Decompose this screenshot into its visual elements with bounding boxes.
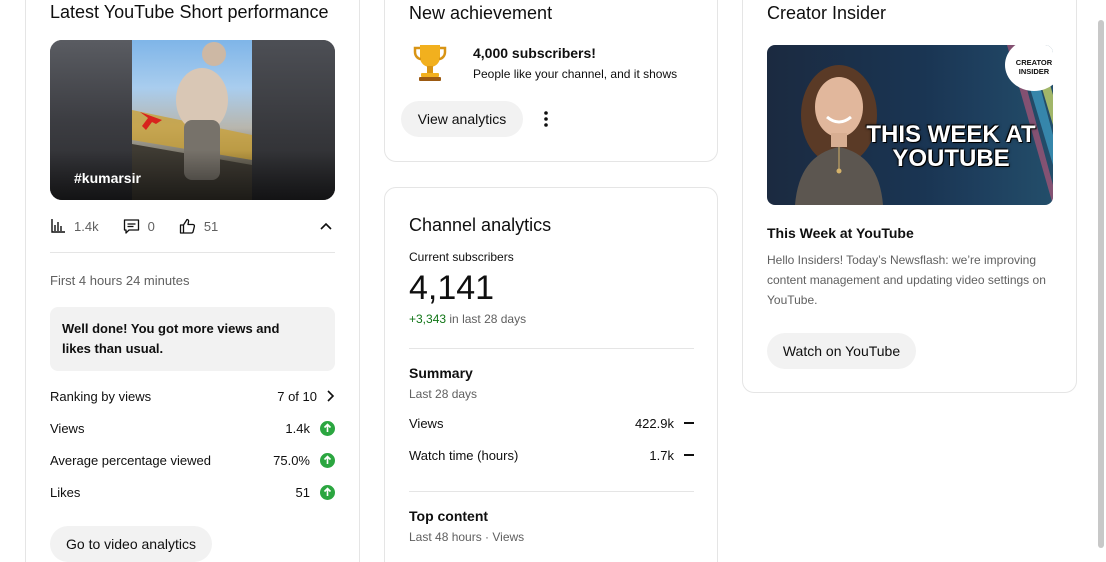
comment-icon xyxy=(123,218,140,234)
metric-value: 1.4k xyxy=(285,420,310,436)
view-analytics-button[interactable]: View analytics xyxy=(401,101,523,137)
summary-label: Watch time (hours) xyxy=(409,447,519,463)
top-content-period: Last 48 hours · Views xyxy=(409,530,525,544)
views-count: 1.4k xyxy=(74,218,99,234)
comments-count: 0 xyxy=(147,218,155,234)
summary-value: 1.7k xyxy=(649,447,674,463)
arrow-up-icon xyxy=(320,484,335,500)
watch-on-youtube-button[interactable]: Watch on YouTube xyxy=(767,333,916,369)
thumbs-up-icon xyxy=(179,218,196,234)
stats-row: 1.4k 0 51 xyxy=(50,216,335,236)
bar-chart-icon xyxy=(50,218,66,234)
message-text: Well done! You got more views and likes … xyxy=(62,321,280,356)
achievement-subtext: People like your channel, and it shows xyxy=(473,67,678,81)
metric-label: Average percentage viewed xyxy=(50,452,211,468)
summary-value: 422.9k xyxy=(634,415,674,431)
achievement-heading: 4,000 subscribers! xyxy=(473,45,596,61)
neutral-dash-icon xyxy=(684,422,694,424)
card-title: New achievement xyxy=(409,3,553,23)
metric-row-ranking[interactable]: Ranking by views 7 of 10 xyxy=(50,386,335,406)
page-edge-left xyxy=(25,0,26,562)
column-divider xyxy=(359,0,360,562)
subscriber-change: +3,343 in last 28 days xyxy=(409,312,526,326)
summary-period: Last 28 days xyxy=(409,387,478,401)
metric-row-likes: Likes 51 xyxy=(50,482,335,502)
metric-value: 51 xyxy=(295,484,310,500)
metric-label: Views xyxy=(50,420,85,436)
change-suffix: in last 28 days xyxy=(449,312,527,326)
metric-label: Ranking by views xyxy=(50,388,152,404)
thumb-headline-line-1: THIS WEEK AT xyxy=(866,121,1036,148)
analytics-divider-2 xyxy=(409,491,694,492)
metric-value: 75.0% xyxy=(273,452,310,468)
metric-row-views: Views 1.4k xyxy=(50,418,335,438)
card-title: Channel analytics xyxy=(409,215,552,235)
summary-row-watch-time: Watch time (hours) 1.7k xyxy=(409,445,694,465)
metric-label: Likes xyxy=(50,484,81,500)
logo-line-2: INSIDER xyxy=(1018,67,1050,76)
summary-title: Summary xyxy=(409,365,473,381)
chevron-up-icon[interactable] xyxy=(319,219,333,233)
card-title: Creator Insider xyxy=(767,3,887,23)
arrow-up-icon xyxy=(320,452,335,468)
insider-video-title: This Week at YouTube xyxy=(767,225,914,241)
change-value: +3,343 xyxy=(409,312,447,326)
thumb-hashtag: #kumarsir xyxy=(74,170,141,186)
likes-count: 51 xyxy=(203,218,219,234)
performance-message: Well done! You got more views and likes … xyxy=(50,307,335,371)
achievement-card: New achievement 4,000 subscribers! Peopl… xyxy=(384,0,718,162)
chevron-right-icon[interactable] xyxy=(325,389,335,403)
stats-divider xyxy=(50,252,335,253)
arrow-up-icon xyxy=(320,420,335,436)
top-content-title: Top content xyxy=(409,508,489,524)
latest-short-card: Latest YouTube Short performance #kumars… xyxy=(50,0,335,562)
insider-description: Hello Insiders! Today’s Newsflash: we’re… xyxy=(767,253,1046,307)
go-to-video-analytics-button[interactable]: Go to video analytics xyxy=(50,526,212,562)
thumb-headline-line-2: YOUTUBE xyxy=(892,145,1010,172)
period-text: First 4 hours 24 minutes xyxy=(50,273,190,288)
trophy-icon xyxy=(413,41,447,88)
analytics-divider-1 xyxy=(409,348,694,349)
subscriber-count: 4,141 xyxy=(409,269,495,307)
channel-analytics-card: Channel analytics Current subscribers 4,… xyxy=(384,187,718,562)
short-thumbnail[interactable]: #kumarsir xyxy=(50,40,335,200)
card-title: Latest YouTube Short performance xyxy=(50,2,329,22)
thumb-headline: THIS WEEK AT YOUTUBE xyxy=(851,123,1051,171)
summary-label: Views xyxy=(409,415,444,431)
neutral-dash-icon xyxy=(684,454,694,456)
summary-rows: Views 422.9k Watch time (hours) 1.7k xyxy=(409,413,694,473)
summary-row-views: Views 422.9k xyxy=(409,413,694,433)
more-vert-icon[interactable] xyxy=(539,107,553,131)
logo-line-1: CREATOR xyxy=(1015,58,1053,67)
scrollbar-thumb[interactable] xyxy=(1098,20,1104,548)
scrollbar-track[interactable] xyxy=(1096,0,1106,562)
insider-thumbnail[interactable]: CREATOR INSIDER THIS WEEK AT YOUTUBE xyxy=(767,45,1053,205)
metrics-list: Ranking by views 7 of 10 Views 1.4k Aver… xyxy=(50,386,335,506)
current-subscribers-label: Current subscribers xyxy=(409,250,514,264)
creator-insider-card: Creator Insider CREATOR INSIDER THIS WEE… xyxy=(742,0,1077,393)
metric-row-avg-viewed: Average percentage viewed 75.0% xyxy=(50,450,335,470)
metric-value: 7 of 10 xyxy=(277,388,317,404)
